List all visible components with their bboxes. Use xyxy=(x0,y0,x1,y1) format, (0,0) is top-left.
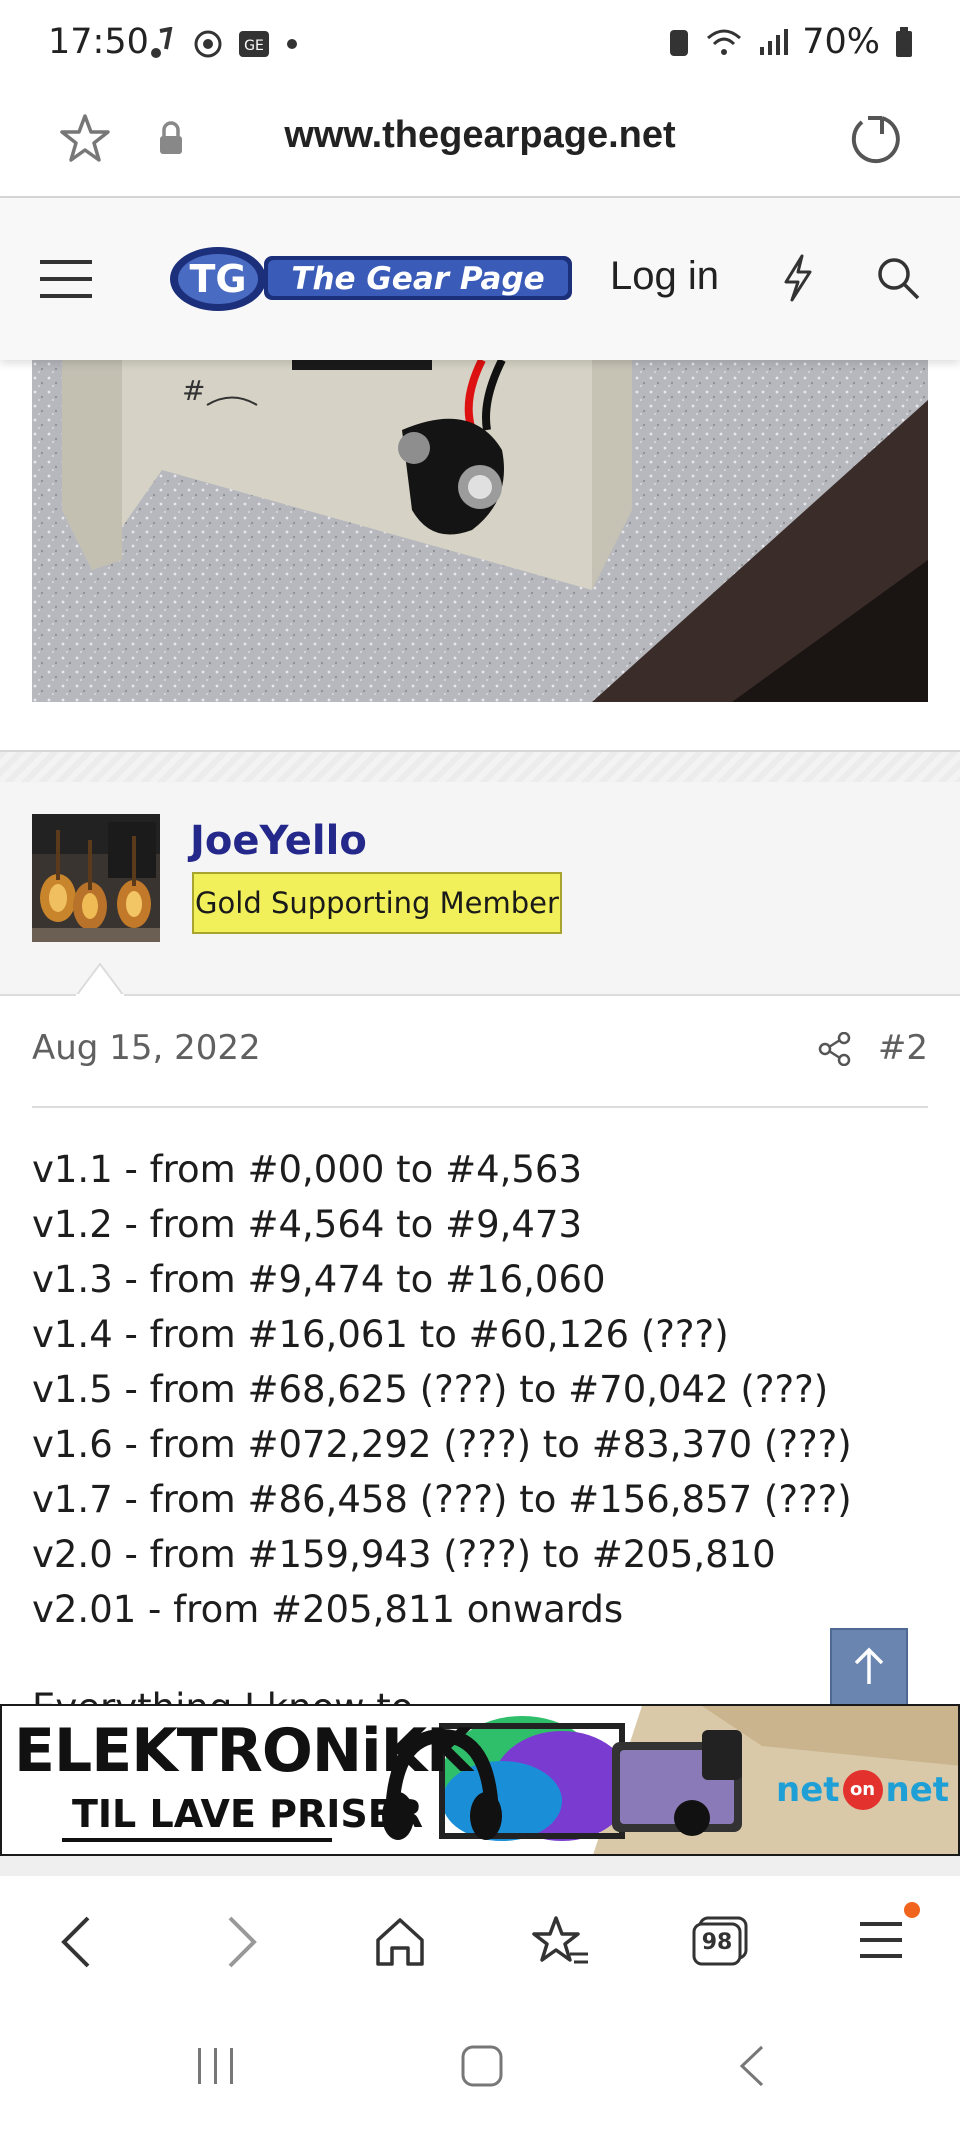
recent-apps-icon[interactable] xyxy=(194,2046,238,2086)
wifi-icon xyxy=(707,29,742,55)
forward-icon[interactable] xyxy=(226,1914,260,1970)
svg-text:GE: GE xyxy=(244,38,264,54)
site-header: TG The Gear Page Log in xyxy=(0,198,960,360)
bookmarks-icon[interactable] xyxy=(532,1914,590,1970)
status-time: 17:50 xyxy=(48,22,149,62)
ge-app-icon: GE xyxy=(239,31,269,57)
hamburger-menu-icon[interactable] xyxy=(40,258,92,300)
post-line: v1.3 - from #9,474 to #16,060 xyxy=(32,1258,606,1301)
home-icon[interactable] xyxy=(374,1916,426,1968)
signal-icon xyxy=(760,29,789,55)
user-block-arrow xyxy=(76,962,124,996)
post-line: v1.7 - from #86,458 (???) to #156,857 (?… xyxy=(32,1478,852,1521)
arrow-up-icon xyxy=(854,1647,884,1684)
ad-brand-left: net xyxy=(776,1770,840,1810)
tabs-button[interactable]: 98 xyxy=(692,1916,748,1966)
notification-dot xyxy=(904,1902,920,1918)
post-date[interactable]: Aug 15, 2022 xyxy=(32,1028,261,1068)
ad-headline: ELEKTRONiKK xyxy=(14,1716,473,1786)
status-icons-right: 70% xyxy=(668,22,914,62)
login-link[interactable]: Log in xyxy=(610,254,719,299)
tabs-count: 98 xyxy=(701,1930,733,1955)
browser-toolbar: 98 xyxy=(0,1876,960,2016)
separator xyxy=(0,1856,960,1876)
scroll-to-top-button[interactable] xyxy=(830,1628,908,1708)
address-bar: www.thegearpage.net xyxy=(0,88,960,198)
sync-icon xyxy=(194,30,222,58)
svg-text:#: # xyxy=(182,374,205,407)
post-line: v1.4 - from #16,061 to #60,126 (???) xyxy=(32,1313,729,1356)
dot-icon xyxy=(287,39,297,49)
post-line: v1.1 - from #0,000 to #4,563 xyxy=(32,1148,582,1191)
svg-text:TG: TG xyxy=(189,257,246,301)
system-navigation-bar xyxy=(0,2016,960,2133)
status-icons-left: GE xyxy=(148,24,300,64)
whats-new-lightning-icon[interactable] xyxy=(780,254,816,302)
ad-subline: TIL LAVE PRISER xyxy=(72,1792,423,1836)
status-bar: 17:50 GE 70% xyxy=(0,0,960,88)
post-line: v1.5 - from #68,625 (???) to #70,042 (??… xyxy=(32,1368,829,1411)
back-icon[interactable] xyxy=(58,1914,92,1970)
post-number[interactable]: #2 xyxy=(878,1028,928,1068)
post-line: v1.2 - from #4,564 to #9,473 xyxy=(32,1203,582,1246)
divider xyxy=(32,1106,928,1108)
menu-icon[interactable] xyxy=(858,1918,904,1962)
post-line: v2.01 - from #205,811 onwards xyxy=(32,1588,624,1631)
reload-icon[interactable] xyxy=(846,110,904,168)
ad-banner[interactable]: ELEKTRONiKK TIL LAVE PRISER net on net xyxy=(0,1704,960,1856)
post-image[interactable]: # xyxy=(32,360,928,702)
url-text[interactable]: www.thegearpage.net xyxy=(0,114,960,157)
ad-underline xyxy=(62,1838,332,1842)
battery-saver-icon xyxy=(670,30,689,56)
ad-brand-logo: net on net xyxy=(776,1770,949,1810)
battery-icon xyxy=(896,27,912,57)
svg-text:The Gear Page: The Gear Page xyxy=(291,261,544,297)
battery-percent: 70% xyxy=(802,22,880,62)
post-line-partial: Everything I know to xyxy=(32,1686,413,1706)
avatar[interactable] xyxy=(32,814,160,942)
post-line: v2.0 - from #159,943 (???) to #205,810 xyxy=(32,1533,776,1576)
ad-brand-right: net xyxy=(885,1770,950,1810)
system-back-icon[interactable] xyxy=(738,2044,766,2088)
separator xyxy=(0,702,960,752)
notification-icon xyxy=(151,27,173,58)
post-body: v1.1 - from #0,000 to #4,563 v1.2 - from… xyxy=(32,1142,928,1637)
search-icon[interactable] xyxy=(876,256,920,300)
home-button-icon[interactable] xyxy=(460,2044,504,2088)
site-logo[interactable]: TG The Gear Page xyxy=(168,244,574,314)
member-badge: Gold Supporting Member xyxy=(192,872,562,934)
share-icon[interactable] xyxy=(818,1032,852,1066)
post-separator xyxy=(0,752,960,782)
post-line: v1.6 - from #072,292 (???) to #83,370 (?… xyxy=(32,1423,852,1466)
post-username[interactable]: JoeYello xyxy=(190,818,367,864)
ad-brand-mid: on xyxy=(842,1770,883,1810)
